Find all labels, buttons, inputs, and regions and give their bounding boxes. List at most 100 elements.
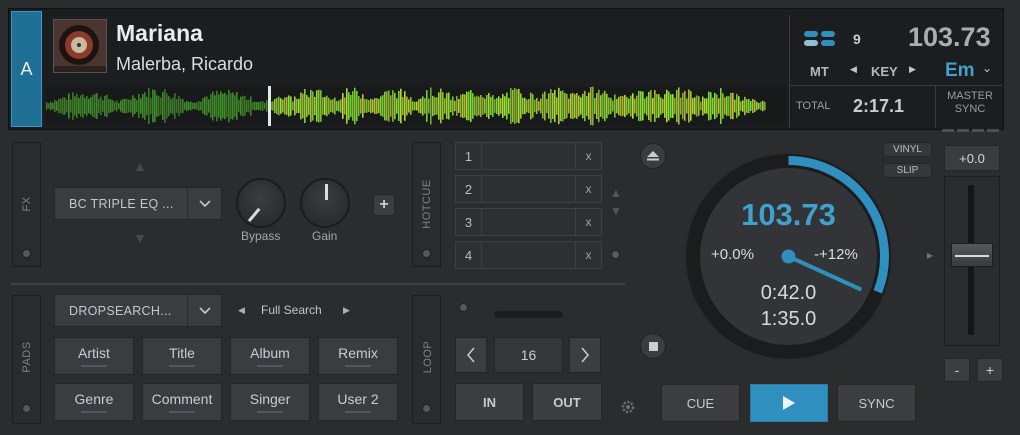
deck-letter-tab[interactable]: A xyxy=(11,11,42,127)
key-prev-icon[interactable]: ◀ xyxy=(850,64,857,75)
search-mode-label: Full Search xyxy=(261,303,322,317)
loop-size-display[interactable]: 16 xyxy=(494,337,563,373)
pitch-range: -+12% xyxy=(814,246,858,263)
bypass-knob[interactable] xyxy=(236,178,286,228)
slip-button[interactable]: SLIP xyxy=(883,163,932,178)
cue-button[interactable]: CUE xyxy=(661,384,740,422)
stop-button[interactable] xyxy=(640,333,666,359)
chevron-down-icon xyxy=(187,295,221,326)
pads-led xyxy=(22,404,31,413)
pad-button[interactable]: Title xyxy=(142,337,222,375)
pad-button[interactable]: Album xyxy=(230,337,310,375)
divider xyxy=(790,85,1002,86)
total-label: TOTAL xyxy=(796,100,831,112)
pad-indicator xyxy=(81,365,107,367)
section-divider xyxy=(11,283,625,285)
master-sync-button[interactable]: MASTER SYNC xyxy=(940,90,1000,116)
pad-button[interactable]: Comment xyxy=(142,383,222,421)
playhead xyxy=(268,86,271,126)
gain-knob[interactable] xyxy=(300,178,350,228)
key-value[interactable]: Em xyxy=(945,60,975,82)
pad-indicator xyxy=(169,365,195,367)
key-next-icon[interactable]: ▶ xyxy=(909,64,916,75)
divider xyxy=(935,85,936,128)
pad-button[interactable]: Artist xyxy=(54,337,134,375)
hotcue-down-arrow-icon[interactable]: ▼ xyxy=(610,204,622,218)
sync-button[interactable]: SYNC xyxy=(837,384,916,422)
pad-label: Remix xyxy=(338,345,378,361)
play-button[interactable] xyxy=(750,384,828,422)
pitch-arrow-icon: ▶ xyxy=(927,251,934,260)
pads-tab[interactable]: PADS xyxy=(12,295,41,424)
pad-indicator xyxy=(169,411,195,413)
search-prev-icon[interactable]: ◀ xyxy=(238,305,245,316)
pad-label: Comment xyxy=(151,391,213,407)
fx-tab-label: FX xyxy=(21,196,33,212)
pad-label: Artist xyxy=(78,345,110,361)
pad-button[interactable]: User 2 xyxy=(318,383,398,421)
album-cover xyxy=(53,19,107,73)
sync-meter xyxy=(942,119,1000,132)
pad-label: User 2 xyxy=(337,391,379,407)
add-effect-button[interactable]: + xyxy=(373,194,395,216)
fx-effect-select[interactable]: BC TRIPLE EQ ... xyxy=(54,187,222,220)
mt-button[interactable]: MT xyxy=(810,64,829,79)
pad-indicator xyxy=(345,411,371,413)
loop-indicator xyxy=(494,311,563,318)
pads-tab-label: PADS xyxy=(21,341,33,373)
loop-out-button[interactable]: OUT xyxy=(532,383,602,421)
hotcue-slot[interactable]: 4x xyxy=(455,241,602,269)
pitch-plus-button[interactable]: + xyxy=(977,358,1003,382)
fx-effect-name: BC TRIPLE EQ ... xyxy=(69,196,174,211)
hotcue-delete-button[interactable]: x xyxy=(575,209,601,235)
hotcue-number: 2 xyxy=(456,176,482,202)
vinyl-button[interactable]: VINYL xyxy=(883,142,932,157)
track-title: Mariana xyxy=(116,20,203,46)
remaining-time: 1:35.0 xyxy=(760,308,817,330)
loop-double-button[interactable] xyxy=(569,337,601,373)
waveform[interactable] xyxy=(46,86,786,126)
pad-label: Album xyxy=(250,345,290,361)
layout-icon[interactable] xyxy=(804,30,838,53)
eject-button[interactable] xyxy=(640,143,666,169)
hotcue-delete-button[interactable]: x xyxy=(575,143,601,169)
elapsed-time: 0:42.0 xyxy=(760,282,817,304)
pad-label: Title xyxy=(169,345,195,361)
gear-icon[interactable] xyxy=(620,399,636,420)
hotcue-slot[interactable]: 1x xyxy=(455,142,602,170)
master-label: MASTER xyxy=(947,90,993,102)
total-time[interactable]: 2:17.1 xyxy=(853,96,904,117)
pad-button[interactable]: Genre xyxy=(54,383,134,421)
pitch-value-display[interactable]: +0.0 xyxy=(944,145,1000,171)
hotcue-slot[interactable]: 3x xyxy=(455,208,602,236)
hotcue-slot[interactable]: 2x xyxy=(455,175,602,203)
pitch-minus-button[interactable]: - xyxy=(944,358,970,382)
hotcue-number: 1 xyxy=(456,143,482,169)
hotcue-tab[interactable]: HOTCUE xyxy=(412,142,441,267)
pads-mode-select[interactable]: DROPSEARCH... xyxy=(54,294,222,327)
pad-button[interactable]: Singer xyxy=(230,383,310,421)
sync-label: SYNC xyxy=(954,103,986,115)
pitch-slider-handle[interactable] xyxy=(951,243,993,267)
bypass-label: Bypass xyxy=(241,229,281,243)
count-value: 9 xyxy=(853,31,861,47)
play-icon xyxy=(783,396,795,410)
hotcue-delete-button[interactable]: x xyxy=(575,242,601,268)
pad-indicator xyxy=(257,365,283,367)
loop-tab[interactable]: LOOP xyxy=(412,295,441,424)
loop-in-button[interactable]: IN xyxy=(455,383,524,421)
loop-active-led xyxy=(459,303,468,312)
search-next-icon[interactable]: ▶ xyxy=(343,305,350,316)
fx-down-arrow-icon[interactable]: ▼ xyxy=(133,230,147,246)
loop-halve-button[interactable] xyxy=(455,337,487,373)
hotcue-up-arrow-icon[interactable]: ▲ xyxy=(610,186,622,200)
hotcue-delete-button[interactable]: x xyxy=(575,176,601,202)
bpm-display[interactable]: 103.73 xyxy=(908,22,991,53)
pad-indicator xyxy=(345,365,371,367)
fx-up-arrow-icon[interactable]: ▲ xyxy=(133,158,147,174)
fx-led xyxy=(22,249,31,258)
pad-button[interactable]: Remix xyxy=(318,337,398,375)
fx-tab[interactable]: FX xyxy=(12,142,41,267)
chevron-down-icon[interactable]: ⌄ xyxy=(982,61,992,75)
hotcue-number: 4 xyxy=(456,242,482,268)
